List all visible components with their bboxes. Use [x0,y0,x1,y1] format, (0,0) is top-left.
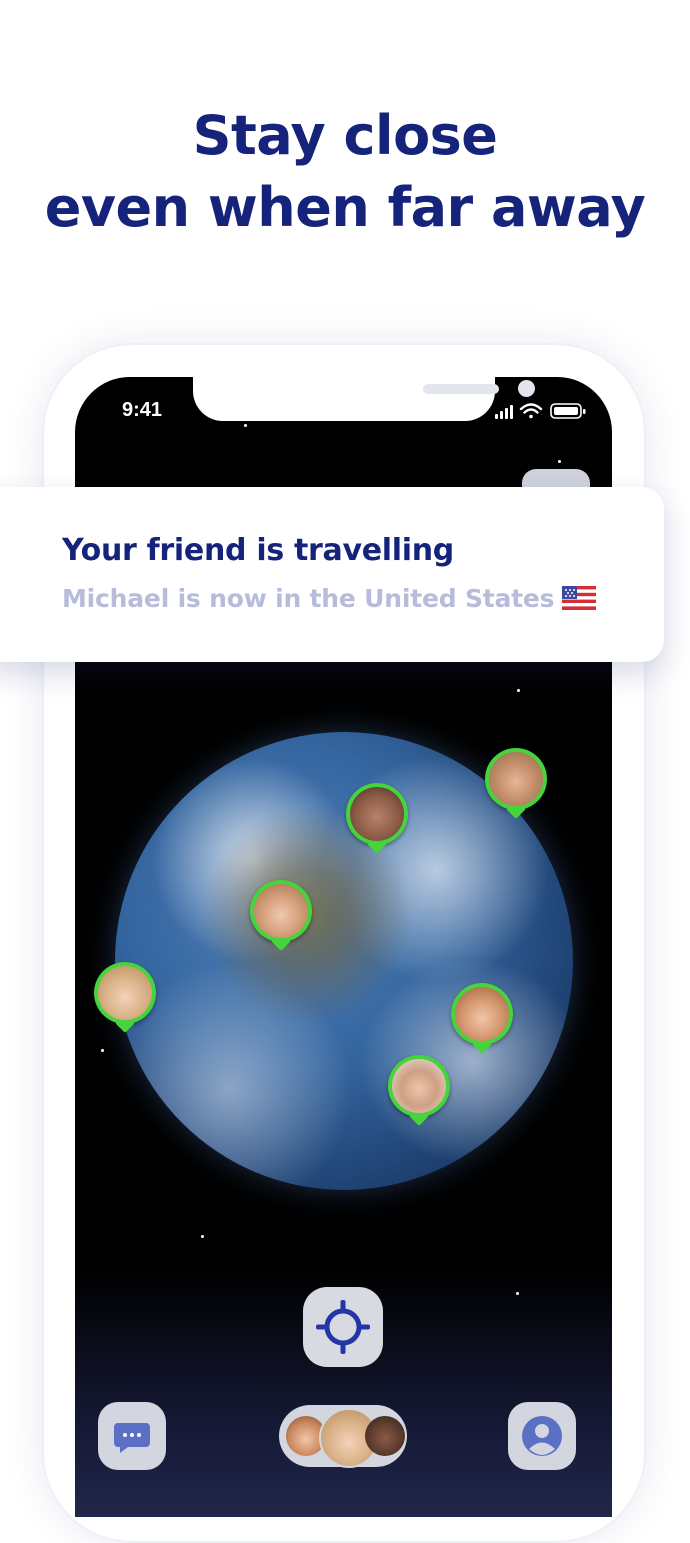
friend-pin[interactable] [451,983,513,1055]
star [517,689,520,692]
avatar [392,1059,446,1113]
wifi-icon [519,403,543,419]
speaker-grille [423,384,499,394]
notification-card[interactable]: Your friend is travelling Michael is now… [0,487,664,662]
profile-icon [522,1416,562,1456]
headline-line-2: even when far away [44,176,646,239]
status-icons [495,403,586,419]
friend-pin[interactable] [485,748,547,820]
avatar [98,966,152,1020]
locate-button[interactable] [303,1287,383,1367]
headline: Stay close even when far away [0,100,690,244]
friend-pin[interactable] [388,1055,450,1127]
friend-pin[interactable] [250,880,312,952]
star [101,1049,104,1052]
phone-notch [193,377,535,421]
star [244,424,247,427]
battery-icon [550,403,586,419]
avatar [455,987,509,1041]
avatar [254,884,308,938]
front-camera [518,380,535,397]
friend-pin[interactable] [346,783,408,855]
star [516,1292,519,1295]
headline-line-1: Stay close [192,104,498,167]
chat-button[interactable] [98,1402,166,1470]
notification-body: Michael is now in the United States [62,584,597,613]
avatar [365,1416,405,1456]
status-time: 9:41 [122,399,163,421]
notification-title: Your friend is travelling [62,533,454,568]
us-flag-icon [562,586,597,610]
avatar [350,787,404,841]
chat-icon [114,1423,150,1453]
notification-message: Michael is now in the United States [62,584,555,613]
star [558,460,561,463]
star [201,1235,204,1238]
friends-list-button[interactable] [279,1405,407,1468]
crosshair-icon [316,1300,370,1354]
signal-icon [495,405,513,419]
avatar [489,752,543,806]
profile-button[interactable] [508,1402,576,1470]
friend-pin[interactable] [94,962,156,1034]
